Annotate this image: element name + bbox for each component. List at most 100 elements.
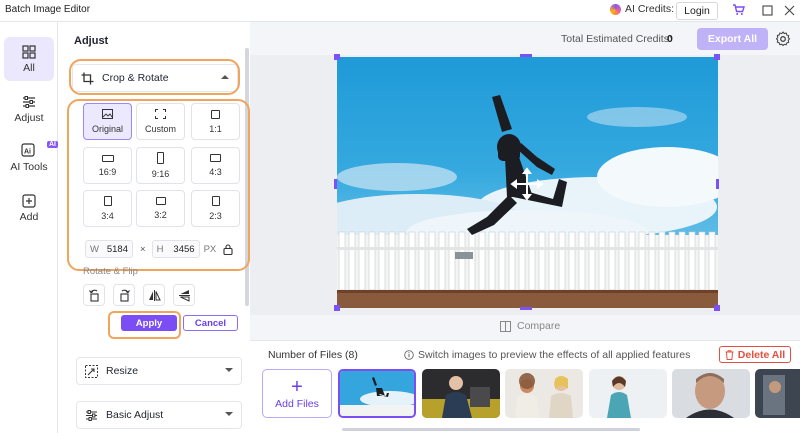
ratio-label: 2:3 [209,211,222,221]
crop-handle[interactable] [714,54,720,60]
crop-handle[interactable] [714,305,720,311]
cancel-button[interactable]: Cancel [183,315,238,331]
rail-item-all[interactable]: All [4,37,54,81]
ratio-label: 4:3 [209,167,222,177]
ratio-1-1[interactable]: 1:1 [191,103,240,140]
login-button[interactable]: Login [676,2,718,20]
cart-icon[interactable] [731,3,745,17]
svg-text:Ai: Ai [24,149,31,156]
basic-adjust-label: Basic Adjust [106,409,164,421]
ratio-2-3[interactable]: 2:3 [191,190,240,227]
height-label: H [156,243,164,255]
rail-item-add[interactable]: Add [4,186,54,230]
ai-badge: AI [47,141,58,148]
ratio-label: Custom [144,124,176,134]
ratio-16-9[interactable]: 16:9 [83,147,132,184]
basic-adjust-header[interactable]: Basic Adjust [76,401,242,429]
thumbnail-5[interactable] [672,369,750,418]
flip-vertical-button[interactable] [173,284,195,306]
custom-crop-icon [155,109,166,119]
crop-handle[interactable] [520,54,532,57]
ratio-label: 3:4 [101,211,114,221]
compare-label: Compare [517,320,561,332]
height-field[interactable]: H 3456 [151,240,200,258]
crop-icon [81,72,94,84]
files-tip-text: Switch images to preview the effects of … [418,349,691,361]
ratio-original[interactable]: Original [83,103,132,140]
thumbnail-6[interactable] [755,369,800,418]
unit-label: PX [203,243,217,255]
flip-vertical-icon [178,289,190,302]
thumbnail-4[interactable] [589,369,667,418]
crop-handle[interactable] [334,54,340,60]
ratio-9-16[interactable]: 9:16 [136,147,185,184]
compare-button[interactable]: Compare [500,320,560,332]
sliders-icon [86,409,97,421]
add-files-label: Add Files [275,397,319,410]
ratio-label: 9:16 [151,169,170,179]
crop-handle[interactable] [716,179,719,189]
title-bar: Batch Image Editor AI Credits: Login [0,0,800,22]
landscape-icon [101,154,114,162]
delete-all-label: Delete All [737,348,786,361]
preview-image[interactable] [337,57,718,308]
rotate-right-button[interactable] [113,284,135,306]
maximize-icon[interactable] [760,3,774,17]
portrait-icon [157,152,164,164]
ai-icon: Ai AI [21,141,58,158]
thumbnail-1[interactable] [338,369,416,418]
ratio-3-4[interactable]: 3:4 [83,190,132,227]
export-all-button[interactable]: Export All [697,28,768,50]
square-icon [211,109,220,119]
apply-button[interactable]: Apply [121,315,177,331]
ratio-4-3[interactable]: 4:3 [191,147,240,184]
lock-icon[interactable] [223,243,233,255]
crop-handle[interactable] [520,307,532,310]
plus-icon: + [291,375,303,398]
chevron-down-icon [225,368,233,372]
crop-rotate-header[interactable]: Crop & Rotate [72,64,238,92]
resize-label: Resize [106,365,139,377]
rail-item-ai-tools[interactable]: Ai AI AI Tools [4,136,58,180]
ratio-3-2[interactable]: 3:2 [136,190,185,227]
height-value: 3456 [173,243,195,255]
portrait-icon [103,196,112,206]
rotate-right-icon [119,289,130,302]
settings-button[interactable] [775,31,791,47]
width-label: W [90,243,99,255]
crop-handle[interactable] [334,179,337,189]
flip-horizontal-icon [148,289,161,301]
panel-title: Adjust [74,35,109,47]
ratio-label: 3:2 [154,210,167,220]
thumbnail-3[interactable] [505,369,583,418]
rotate-flip-label: Rotate & Flip [83,266,138,277]
estimated-credits-value: 0 [667,33,673,45]
close-icon[interactable] [782,3,796,17]
left-rail: All Adjust Ai AI AI Tools Add [0,22,58,433]
rotate-left-icon [88,289,99,302]
portrait-icon [211,196,220,206]
dimension-row: W 5184 × H 3456 PX [85,240,235,258]
thumbnail-2[interactable] [422,369,500,418]
rotate-left-button[interactable] [83,284,105,306]
thumbnails-scrollbar[interactable] [342,428,640,431]
chevron-down-icon [225,412,233,416]
crop-handle[interactable] [334,305,340,311]
width-field[interactable]: W 5184 [85,240,133,258]
info-icon [404,350,414,360]
landscape-icon [155,197,166,205]
crop-rotate-label: Crop & Rotate [102,72,169,84]
rail-item-adjust[interactable]: Adjust [4,87,54,131]
gear-icon [775,31,791,47]
resize-icon [85,364,98,378]
panel-scrollbar[interactable] [245,48,249,306]
estimated-credits-label: Total Estimated Credits: [561,33,672,45]
delete-all-button[interactable]: Delete All [719,346,791,363]
ratio-custom[interactable]: Custom [136,103,185,140]
add-files-button[interactable]: + Add Files [262,369,332,418]
chevron-up-icon [221,75,229,79]
rail-label-ai-tools: AI Tools [10,161,48,173]
flip-horizontal-button[interactable] [143,284,165,306]
resize-header[interactable]: Resize [76,357,242,385]
ratio-label: Original [91,124,123,134]
